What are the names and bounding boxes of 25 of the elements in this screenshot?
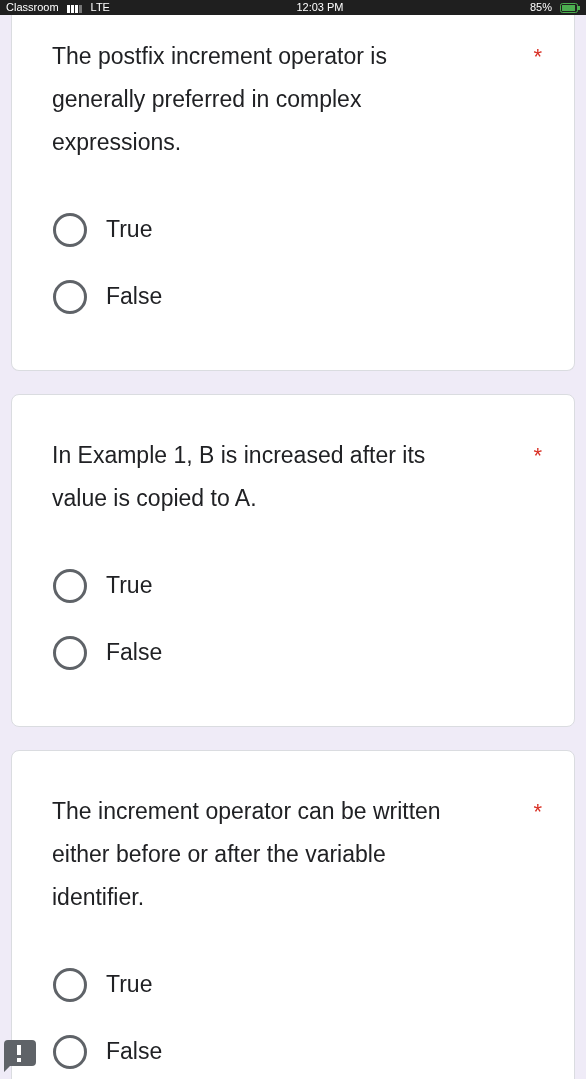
question-text: The increment operator can be written either before or after the variable identifier. xyxy=(52,797,442,912)
option-label[interactable]: True xyxy=(106,216,153,243)
required-mark: * xyxy=(533,798,542,826)
question-text: The postfix increment operator is generally preferred in complex expressions. xyxy=(52,42,388,157)
radio-button[interactable] xyxy=(53,568,87,603)
option-label[interactable]: True xyxy=(106,572,153,599)
option-label[interactable]: False xyxy=(106,283,163,310)
feedback-icon[interactable] xyxy=(2,1038,36,1072)
option-label[interactable]: True xyxy=(106,971,153,998)
required-mark: * xyxy=(533,442,542,470)
required-mark: * xyxy=(533,43,542,71)
signal-icon xyxy=(66,2,83,13)
clock-time: 12:03 PM xyxy=(296,2,344,13)
radio-button[interactable] xyxy=(53,635,87,670)
option-label[interactable]: False xyxy=(106,639,163,666)
radio-button[interactable] xyxy=(53,212,87,247)
radio-button[interactable] xyxy=(53,967,87,1002)
question-text: In Example 1, B is increased after its value is copied to A. xyxy=(52,441,427,513)
radio-button[interactable] xyxy=(53,1034,87,1069)
radio-button[interactable] xyxy=(53,279,87,314)
option-label[interactable]: False xyxy=(106,1038,163,1065)
carrier-name: Classroom xyxy=(6,2,59,13)
battery-percent: 85% xyxy=(529,2,552,13)
battery-icon xyxy=(560,2,580,13)
network-type: LTE xyxy=(90,2,110,13)
